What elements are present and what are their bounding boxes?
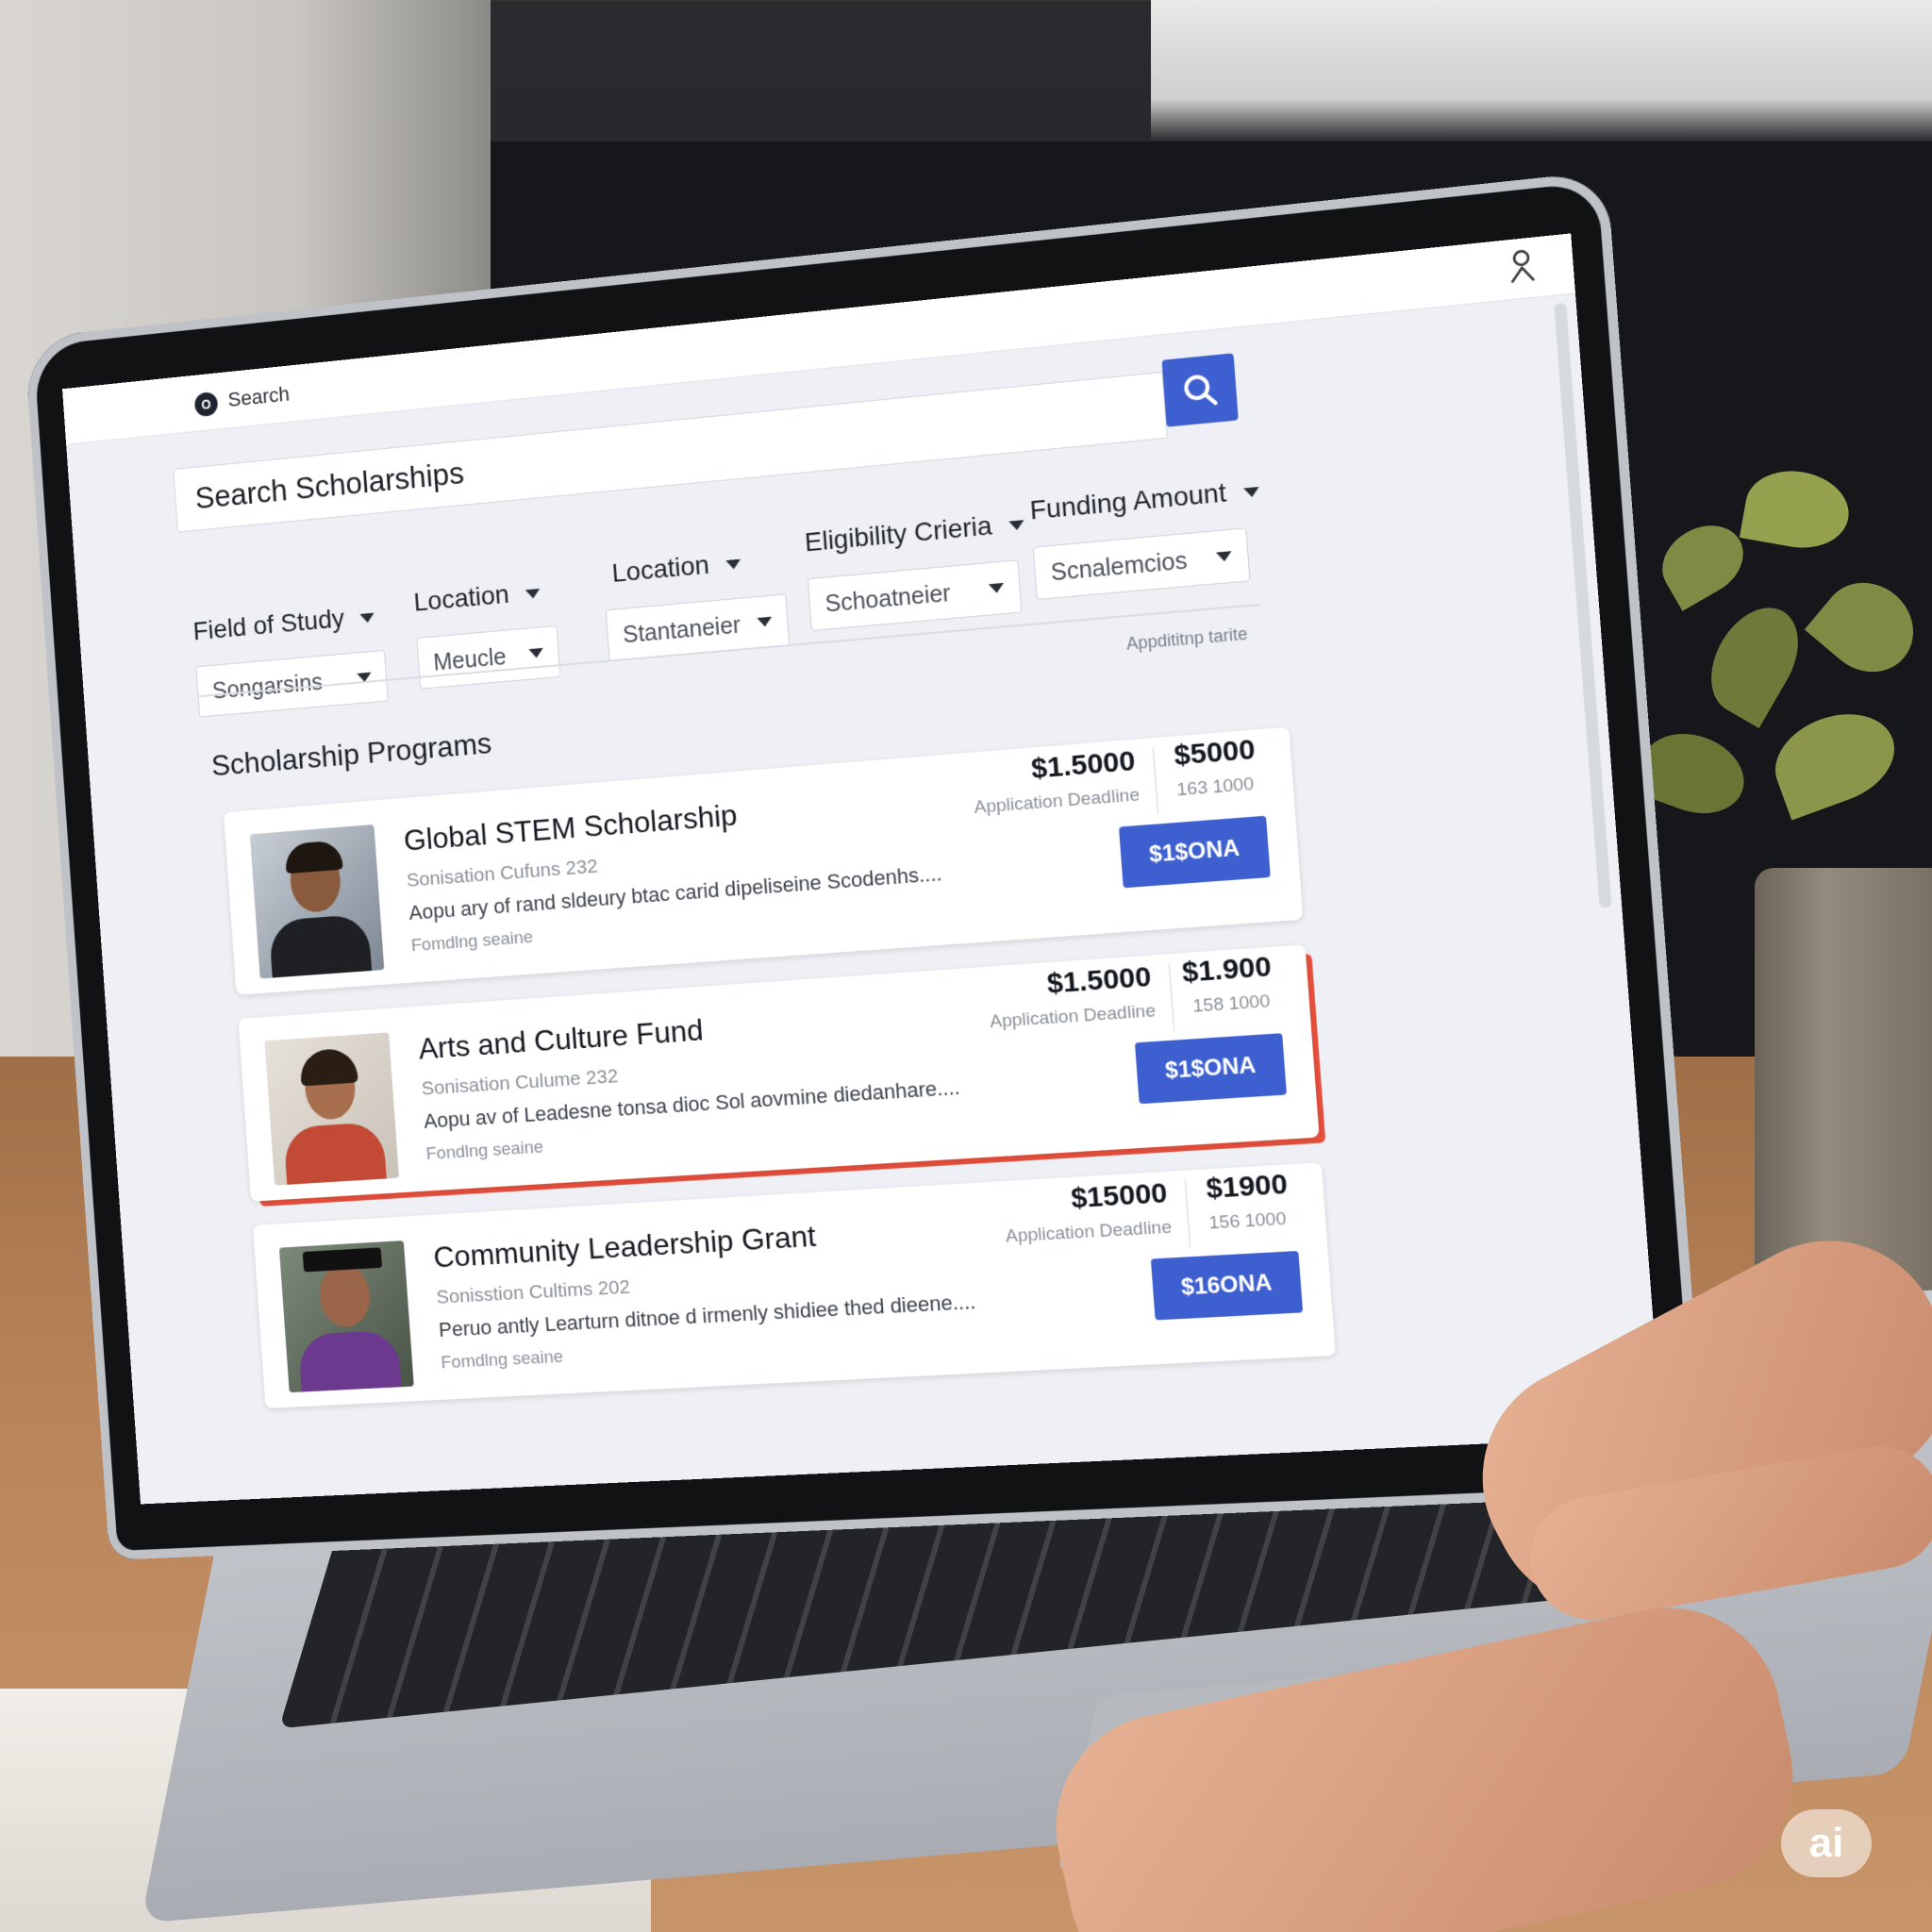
filter-label[interactable]: Location xyxy=(602,543,785,590)
filter-select[interactable]: Meucle xyxy=(416,625,560,690)
card-subtitle: Sonisation Cufuns 232 xyxy=(406,856,598,892)
funding-amount-secondary: $1900 xyxy=(1205,1168,1289,1206)
section-title: Scholarship Programs xyxy=(210,726,492,784)
amount-secondary-sub: 158 1000 xyxy=(1192,991,1271,1018)
sort-label[interactable]: Appdititnp tarite xyxy=(1125,625,1248,655)
applicant-photo xyxy=(279,1241,414,1392)
amount-secondary-sub: 163 1000 xyxy=(1176,774,1255,802)
filter-field-of-study: Field of Study Songarsins xyxy=(192,600,389,717)
photo-body xyxy=(283,1122,388,1186)
laptop-screen: O Search Field of Study Songarsins Locat… xyxy=(62,233,1662,1504)
card-title[interactable]: Arts and Culture Fund xyxy=(418,1013,705,1067)
filter-label[interactable]: Field of Study xyxy=(192,600,384,646)
funding-amount: $15000 xyxy=(1070,1177,1169,1215)
card-meta: Fomdlng seaine xyxy=(410,927,534,957)
card-subtitle: Sonisation Culume 232 xyxy=(421,1065,619,1100)
applicant-photo xyxy=(250,824,384,978)
brand-logo-icon: O xyxy=(194,391,219,418)
graduation-cap-icon xyxy=(303,1247,382,1272)
filter-location-2: Location Stantaneier xyxy=(602,543,790,662)
deadline-label: Application Deadline xyxy=(990,1001,1157,1033)
filter-select[interactable]: Scnalemcios xyxy=(1033,527,1251,600)
photo-hair xyxy=(299,1047,358,1086)
applicant-photo xyxy=(264,1032,399,1185)
chevron-down-icon xyxy=(528,648,543,658)
filter-select[interactable]: Schoatneier xyxy=(808,559,1023,631)
funding-amount-secondary: $5000 xyxy=(1173,734,1256,773)
amount-secondary-sub: 156 1000 xyxy=(1208,1209,1287,1235)
photo-body xyxy=(269,914,374,979)
chevron-down-icon xyxy=(1243,487,1259,498)
chevron-down-icon xyxy=(1008,520,1024,531)
chevron-down-icon xyxy=(525,589,541,599)
plant-pot xyxy=(1755,868,1932,1302)
chevron-down-icon xyxy=(989,583,1005,593)
photo-body xyxy=(298,1330,403,1393)
amount-separator xyxy=(1153,747,1158,814)
apply-button[interactable]: $1$ONA xyxy=(1119,816,1271,889)
chevron-down-icon xyxy=(757,617,772,627)
search-button[interactable] xyxy=(1162,353,1239,426)
search-icon xyxy=(1162,353,1239,426)
filter-select[interactable]: Songarsins xyxy=(195,650,388,718)
filter-label[interactable]: Eligibility Crieria xyxy=(804,508,1025,558)
account-icon[interactable] xyxy=(1504,244,1541,287)
topbar-search-link[interactable]: Search xyxy=(227,382,291,412)
filter-label[interactable]: Location xyxy=(413,575,556,618)
photo-hair xyxy=(284,840,342,874)
apply-button[interactable]: $16ONA xyxy=(1151,1251,1303,1321)
filter-eligibility: Eligibility Crieria Schoatneier xyxy=(804,508,1031,631)
deadline-label: Application Deadline xyxy=(1005,1217,1173,1247)
chevron-down-icon xyxy=(725,558,741,569)
card-title[interactable]: Global STEM Scholarship xyxy=(403,798,739,858)
card-meta: Fomdlng seaine xyxy=(441,1347,564,1374)
apply-button[interactable]: $1$ONA xyxy=(1135,1033,1287,1104)
funding-amount: $1.5000 xyxy=(1030,745,1137,786)
deadline-label: Application Deadline xyxy=(974,785,1141,819)
funding-amount-secondary: $1.900 xyxy=(1181,951,1273,990)
photo-head xyxy=(318,1263,372,1328)
chevron-down-icon xyxy=(1216,551,1232,562)
funding-amount: $1.5000 xyxy=(1046,961,1153,1001)
amount-separator xyxy=(1185,1180,1191,1247)
ai-watermark: ai xyxy=(1781,1809,1872,1877)
card-title[interactable]: Community Leadership Grant xyxy=(432,1219,817,1275)
card-subtitle: Sonisstion Cultims 202 xyxy=(436,1276,631,1309)
scholarship-card[interactable]: Community Leadership Grant Sonisstion Cu… xyxy=(253,1162,1336,1408)
filter-funding-amount: Funding Amount Scnalemcios xyxy=(1029,475,1266,600)
chevron-down-icon xyxy=(360,612,375,623)
card-meta: Fondlng seaine xyxy=(425,1138,544,1165)
filter-label[interactable]: Funding Amount xyxy=(1029,475,1260,526)
background-window xyxy=(1151,0,1932,142)
amount-separator xyxy=(1169,963,1174,1030)
